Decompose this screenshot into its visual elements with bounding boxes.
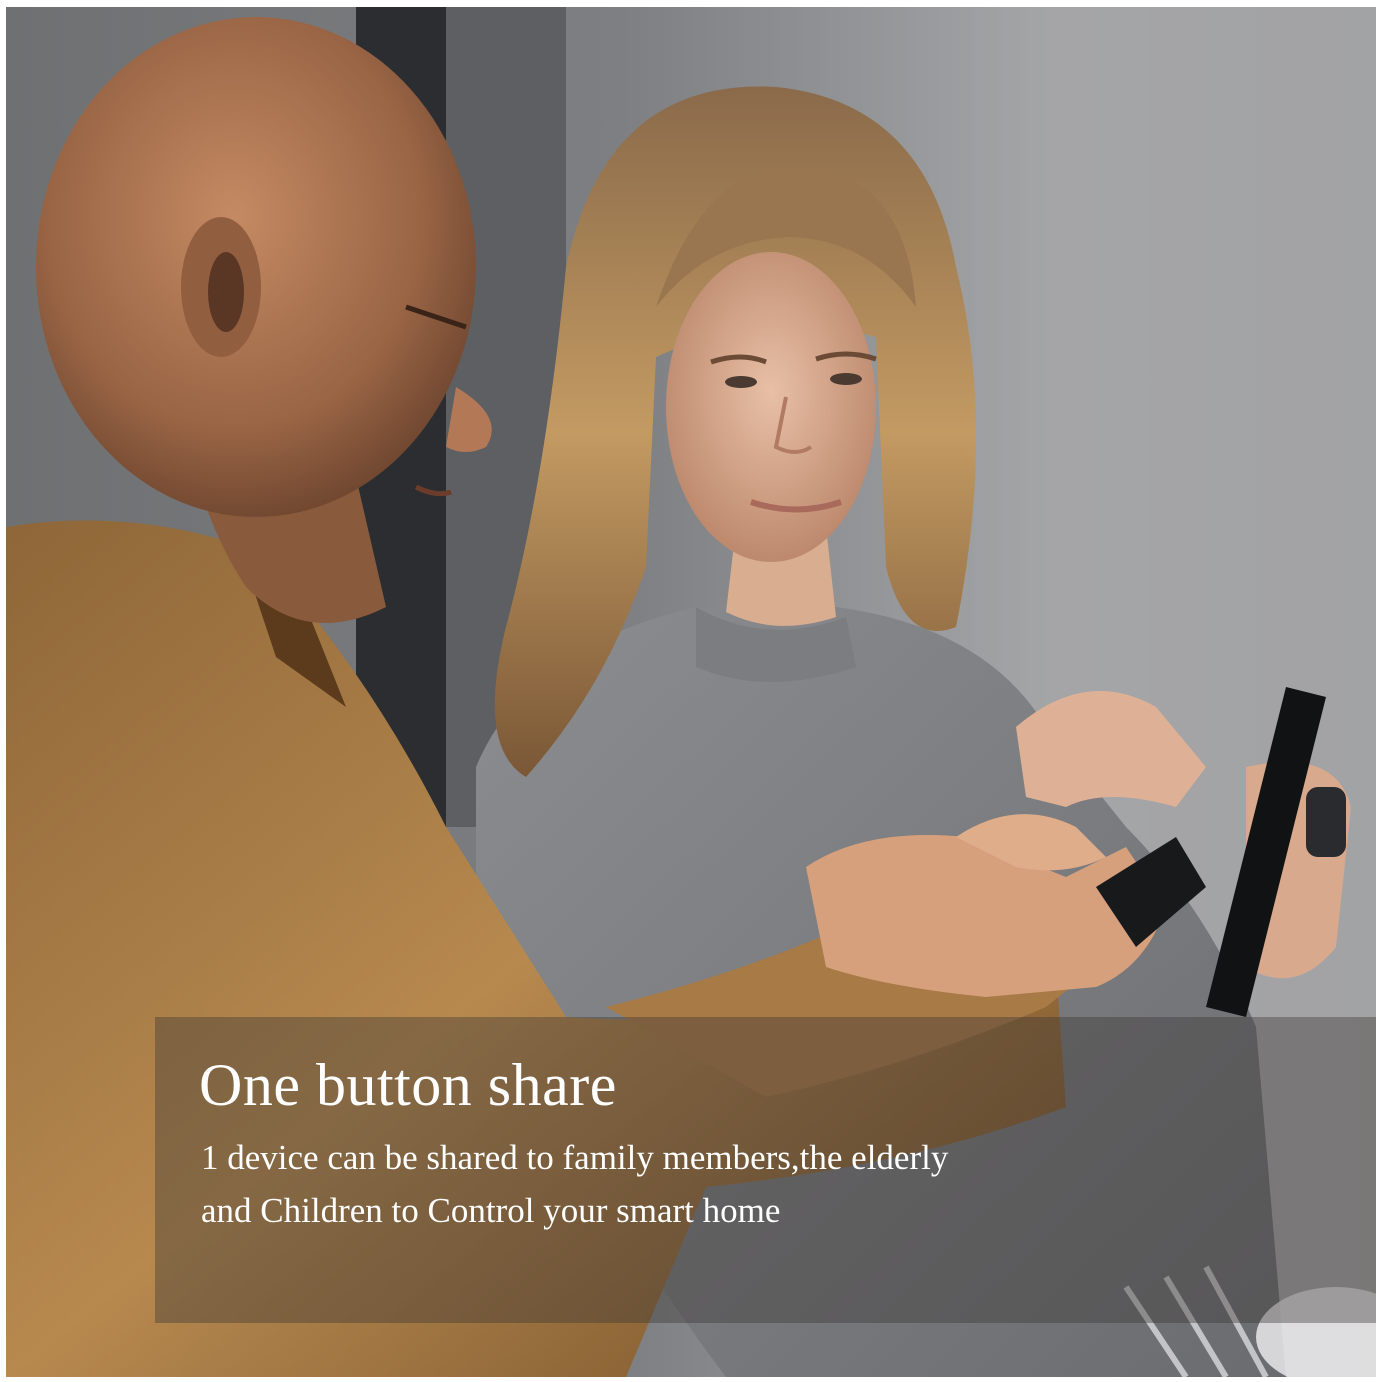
caption-body-line-1: 1 device can be shared to family members…: [201, 1138, 949, 1177]
caption-headline: One button share: [199, 1052, 617, 1118]
caption-body: 1 device can be shared to family members…: [201, 1131, 948, 1237]
caption-body-line-2: and Children to Control your smart home: [201, 1191, 781, 1230]
